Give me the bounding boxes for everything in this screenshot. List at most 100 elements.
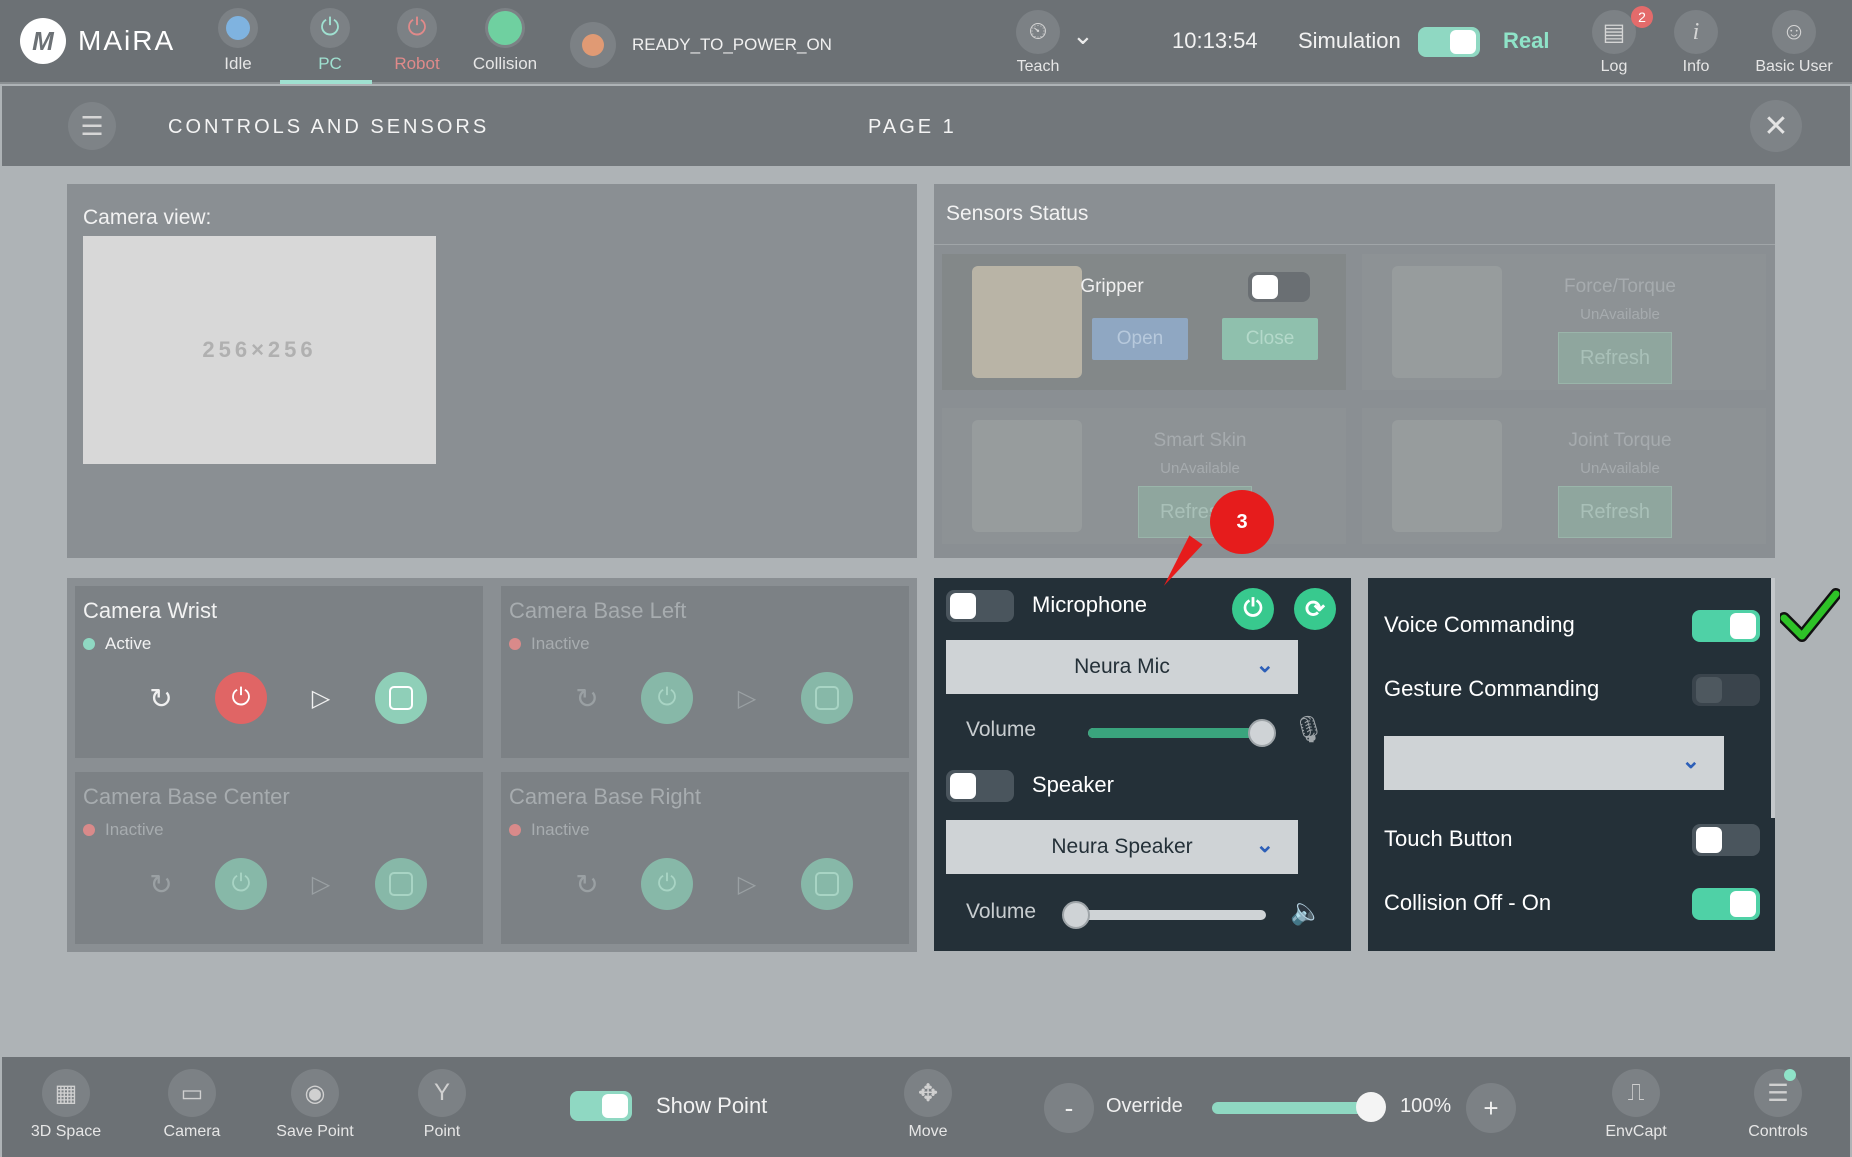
speaker-toggle[interactable] <box>946 770 1014 802</box>
status-idle-label: Idle <box>224 54 252 73</box>
chevron-down-icon: ⌄ <box>1255 832 1274 857</box>
microphone-device: Neura Mic <box>1074 655 1170 678</box>
mic-volume-slider[interactable] <box>1088 719 1277 747</box>
play-icon[interactable]: ▷ <box>295 672 347 724</box>
collision-label: Collision Off - On <box>1384 890 1552 915</box>
voice-commanding-toggle[interactable] <box>1692 610 1760 642</box>
touch-button-toggle[interactable] <box>1692 824 1760 856</box>
speaker-volume-thumb[interactable] <box>1062 901 1090 929</box>
restart-icon[interactable]: ↻ <box>135 858 187 910</box>
mic-power-icon[interactable]: ⏻ <box>1232 588 1274 630</box>
play-icon[interactable]: ▷ <box>721 858 773 910</box>
power-button[interactable]: ⏻ <box>641 858 693 910</box>
override-minus-button[interactable]: - <box>1044 1083 1094 1133</box>
status-idle-icon <box>218 8 258 48</box>
chevron-down-icon[interactable]: ⌄ <box>1072 20 1094 51</box>
camera-status-text: Inactive <box>105 820 164 839</box>
controls-label: Controls <box>1748 1123 1808 1140</box>
stop-button[interactable] <box>375 858 427 910</box>
clock: 10:13:54 <box>1172 28 1258 53</box>
play-icon[interactable]: ▷ <box>295 858 347 910</box>
force-torque-image <box>1392 266 1502 378</box>
stop-icon <box>389 686 413 710</box>
3d-space-button[interactable]: ▦ 3D Space <box>30 1069 102 1141</box>
teach-label: Teach <box>1016 58 1060 75</box>
commanding-panel: Voice Commanding Gesture Commanding ⌄ To… <box>1368 578 1775 951</box>
envcapt-button[interactable]: ⎍ EnvCapt <box>1600 1069 1672 1141</box>
mic-refresh-icon[interactable]: ⟳ <box>1294 588 1336 630</box>
gesture-select[interactable]: ⌄ <box>1384 736 1724 790</box>
stop-icon <box>815 872 839 896</box>
microphone-toggle[interactable] <box>946 590 1014 622</box>
override-plus-button[interactable]: + <box>1466 1083 1516 1133</box>
camera-status: Inactive <box>83 820 164 840</box>
speaker-icon: 🔈 <box>1290 896 1323 926</box>
user-label: Basic User <box>1755 58 1833 75</box>
voice-commanding-label: Voice Commanding <box>1384 612 1575 637</box>
robot-state-text: READY_TO_POWER_ON <box>632 35 832 54</box>
logo-text: MAiRA <box>78 25 176 56</box>
microphone-select[interactable]: Neura Mic ⌄ <box>946 640 1298 694</box>
force-torque-refresh-button[interactable]: Refresh <box>1558 332 1672 384</box>
status-collision[interactable]: Collision <box>460 8 550 74</box>
point-button[interactable]: Y Point <box>406 1069 478 1141</box>
stop-icon <box>389 872 413 896</box>
touch-button-label: Touch Button <box>1384 826 1513 851</box>
status-pc[interactable]: ⏻ PC <box>285 8 375 74</box>
gripper-open-button[interactable]: Open <box>1092 318 1188 360</box>
info-icon: i <box>1674 10 1718 54</box>
controls-button[interactable]: ☰ Controls <box>1742 1069 1814 1141</box>
save-point-icon: ◉ <box>291 1069 339 1117</box>
camera-title: Camera Base Left <box>509 598 687 623</box>
info-button[interactable]: i Info <box>1673 10 1719 76</box>
override-slider[interactable] <box>1212 1102 1370 1114</box>
mic-volume-fill <box>1088 728 1263 738</box>
info-label: Info <box>1682 58 1710 75</box>
menu-icon[interactable]: ☰ <box>68 102 116 150</box>
envcapt-label: EnvCapt <box>1605 1123 1667 1140</box>
status-pc-icon: ⏻ <box>310 8 350 48</box>
user-button[interactable]: ☺ Basic User <box>1752 10 1836 76</box>
mic-volume-thumb[interactable] <box>1248 719 1277 747</box>
camera-status-text: Active <box>105 634 152 653</box>
collision-toggle[interactable] <box>1692 888 1760 920</box>
status-idle[interactable]: Idle <box>193 8 283 74</box>
camera-card-base-left: Camera Base Left Inactive ↻ ⏻ ▷ <box>501 586 909 758</box>
page-number: PAGE 1 <box>868 116 957 138</box>
save-point-button[interactable]: ◉ Save Point <box>272 1069 358 1141</box>
camera-button[interactable]: ▭ Camera <box>156 1069 228 1141</box>
restart-icon[interactable]: ↻ <box>135 672 187 724</box>
move-button[interactable]: ✥ Move <box>892 1069 964 1141</box>
status-dot-icon <box>83 638 95 650</box>
stop-button[interactable] <box>375 672 427 724</box>
page-title: CONTROLS AND SENSORS <box>168 116 490 138</box>
restart-icon[interactable]: ↻ <box>561 858 613 910</box>
speaker-volume-slider[interactable] <box>1062 901 1266 929</box>
simulation-toggle[interactable] <box>1418 27 1480 57</box>
status-robot[interactable]: ⏻ Robot <box>372 8 462 74</box>
log-button[interactable]: ▤ 2 Log <box>1591 6 1653 76</box>
camera-title: Camera Wrist <box>83 598 218 623</box>
speaker-select[interactable]: Neura Speaker ⌄ <box>946 820 1298 874</box>
show-point-toggle[interactable] <box>570 1091 632 1121</box>
power-button[interactable]: ⏻ <box>641 672 693 724</box>
power-button[interactable]: ⏻ <box>215 858 267 910</box>
camera-card-base-right: Camera Base Right Inactive ↻ ⏻ ▷ <box>501 772 909 944</box>
teach-button[interactable]: ⏲ Teach <box>1016 10 1060 76</box>
active-tab-underline <box>280 80 372 84</box>
joint-torque-refresh-button[interactable]: Refresh <box>1558 486 1672 538</box>
stop-button[interactable] <box>801 672 853 724</box>
camera-status-text: Inactive <box>531 820 590 839</box>
close-icon[interactable]: ✕ <box>1750 100 1802 152</box>
play-icon[interactable]: ▷ <box>721 672 773 724</box>
camera-controls: ↻ ⏻ ▷ <box>135 858 427 910</box>
restart-icon[interactable]: ↻ <box>561 672 613 724</box>
override-slider-thumb[interactable] <box>1356 1092 1386 1122</box>
gripper-toggle[interactable] <box>1248 272 1310 302</box>
power-button[interactable]: ⏻ <box>215 672 267 724</box>
stop-button[interactable] <box>801 858 853 910</box>
gripper-close-button[interactable]: Close <box>1222 318 1318 360</box>
scrollbar[interactable] <box>1771 578 1775 818</box>
divider <box>934 244 1775 245</box>
gesture-commanding-toggle[interactable] <box>1692 674 1760 706</box>
